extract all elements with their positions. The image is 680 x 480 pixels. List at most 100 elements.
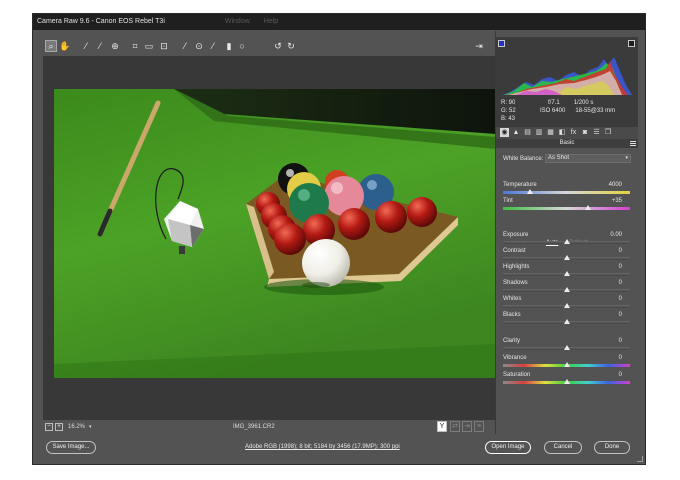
slider-label: Saturation: [503, 372, 531, 378]
transform-tool-icon[interactable]: ⊡: [158, 40, 170, 52]
slider-thumb[interactable]: [563, 239, 570, 244]
targeted-adjustment-tool-icon[interactable]: ⊕: [109, 40, 121, 52]
menu-ghost-window: Window: [224, 18, 250, 25]
tab-effects[interactable]: fx: [569, 128, 578, 137]
readout-r: R: 90: [501, 100, 516, 106]
slider-label: Highlights: [503, 264, 530, 270]
slider-track[interactable]: [503, 191, 630, 194]
window-title: Camera Raw 9.6 - Canon EOS Rebel T3i: [37, 18, 165, 25]
tab-split-toning[interactable]: ▦: [546, 128, 555, 137]
rotate-ccw-icon[interactable]: ↺: [272, 40, 284, 52]
slider-label: Contrast: [503, 248, 526, 254]
title-bar: Camera Raw 9.6 - Canon EOS Rebel T3i Wind…: [33, 14, 645, 30]
swap-settings-button[interactable]: ⇄: [450, 421, 460, 432]
slider-value[interactable]: 0: [619, 247, 622, 255]
zoom-level-select[interactable]: 16.2% ▾: [68, 423, 108, 432]
lens: 18-55@33 mm: [575, 108, 616, 114]
slider-clarity: Clarity 0: [503, 337, 630, 355]
graduated-filter-icon[interactable]: ▮: [223, 40, 235, 52]
tab-tone-curve[interactable]: ▲: [512, 128, 521, 137]
tab-presets[interactable]: ☰: [592, 128, 601, 137]
aperture: f/7.1: [548, 100, 560, 106]
slider-label: Vibrance: [503, 355, 527, 361]
slider-value[interactable]: 0: [619, 371, 622, 379]
slider-value[interactable]: 0: [619, 279, 622, 287]
tab-hsl[interactable]: ▥: [535, 128, 544, 137]
tab-lens-corrections[interactable]: ◧: [558, 128, 567, 137]
white-balance-row: White Balance: As Shot ▾: [503, 154, 635, 164]
histogram: [496, 37, 638, 97]
color-sampler-tool-icon[interactable]: ⁄: [94, 40, 106, 52]
shutter: 1/200 s: [573, 100, 594, 106]
slider-thumb[interactable]: [526, 189, 533, 194]
resize-grip-icon[interactable]: [637, 456, 643, 462]
slider-thumb[interactable]: [563, 345, 570, 350]
rotate-cw-icon[interactable]: ↻: [285, 40, 297, 52]
panel-tabs: ◉ ▲ ▤ ▥ ▦ ◧ fx ◙ ☰ ❐: [496, 127, 638, 139]
crop-tool-icon[interactable]: ⌗: [129, 40, 141, 52]
menu-ghost-help: Help: [263, 18, 279, 25]
copy-settings-button[interactable]: ⇥: [462, 421, 472, 432]
straighten-tool-icon[interactable]: ▭: [143, 40, 155, 52]
tab-camera-calibration[interactable]: ◙: [581, 128, 590, 137]
white-balance-value: As Shot: [548, 155, 570, 161]
tab-basic[interactable]: ◉: [500, 128, 509, 137]
radial-filter-icon[interactable]: ○: [236, 40, 248, 52]
slider-thumb[interactable]: [563, 303, 570, 308]
save-image-button[interactable]: Save Image...: [46, 441, 96, 454]
slider-label: Shadows: [503, 280, 528, 286]
zoom-tool-icon[interactable]: ⌕: [45, 40, 57, 52]
slider-thumb[interactable]: [563, 319, 570, 324]
slider-thumb[interactable]: [563, 362, 570, 367]
slider-value[interactable]: 0: [619, 354, 622, 362]
zoom-level: 16.2%: [68, 424, 86, 430]
slider-value[interactable]: 0: [619, 337, 622, 345]
slider-thumb[interactable]: [563, 255, 570, 260]
dialog-footer: Save Image... Adobe RGB (1998); 8 bit; 5…: [33, 434, 645, 464]
iso: ISO 6400: [540, 108, 566, 114]
readout-b: B: 43: [501, 116, 516, 122]
adjustment-brush-icon[interactable]: ⁄: [207, 40, 219, 52]
tab-detail[interactable]: ▤: [523, 128, 532, 137]
camera-raw-window: Camera Raw 9.6 - Canon EOS Rebel T3i Wind…: [32, 13, 646, 465]
slider-label: Exposure: [503, 232, 529, 238]
open-image-button[interactable]: Open Image: [485, 441, 531, 454]
chevron-down-icon: ▾: [625, 155, 628, 161]
preview-image: [54, 89, 496, 378]
slider-value[interactable]: 0: [619, 295, 622, 303]
readout-g: G: 52: [501, 108, 516, 114]
hand-tool-icon[interactable]: ✋: [59, 40, 71, 52]
slider-label: Whites: [503, 296, 522, 302]
slider-label: Blacks: [503, 312, 521, 318]
spot-removal-tool-icon[interactable]: ⁄: [179, 40, 191, 52]
panel-menu-icon[interactable]: [630, 141, 636, 146]
before-after-toggle[interactable]: Y: [437, 421, 447, 432]
white-balance-select[interactable]: As Shot ▾: [545, 154, 631, 163]
slider-vibrance: Vibrance 0: [503, 354, 630, 372]
slider-value[interactable]: 0: [619, 263, 622, 271]
slider-label: Clarity: [503, 338, 521, 344]
done-button[interactable]: Done: [594, 441, 630, 454]
slider-value[interactable]: 0: [619, 311, 622, 319]
slider-thumb[interactable]: [585, 205, 592, 210]
toggle-view-button[interactable]: ≡: [474, 421, 484, 432]
slider-value[interactable]: 0.00: [610, 231, 622, 239]
slider-thumb[interactable]: [563, 271, 570, 276]
slider-value[interactable]: +35: [612, 197, 622, 205]
slider-track[interactable]: [503, 207, 630, 210]
cancel-button[interactable]: Cancel: [544, 441, 582, 454]
zoom-out-button[interactable]: −: [45, 423, 53, 431]
white-balance-tool-icon[interactable]: ⁄: [80, 40, 92, 52]
slider-tint: Tint +35: [503, 197, 630, 215]
open-preferences-icon[interactable]: ⇥: [473, 40, 485, 52]
slider-thumb[interactable]: [563, 379, 570, 384]
tab-snapshots[interactable]: ❐: [604, 128, 613, 137]
red-eye-removal-icon[interactable]: ⊙: [193, 40, 205, 52]
slider-thumb[interactable]: [563, 287, 570, 292]
preview-area: [43, 56, 496, 420]
workflow-options-link[interactable]: Adobe RGB (1998); 8 bit; 5184 by 3456 (1…: [245, 444, 400, 450]
filename: IMG_3961.CR2: [233, 424, 275, 430]
zoom-in-button[interactable]: +: [55, 423, 63, 431]
slider-value[interactable]: 4000: [609, 181, 622, 189]
white-balance-label: White Balance:: [503, 156, 544, 162]
